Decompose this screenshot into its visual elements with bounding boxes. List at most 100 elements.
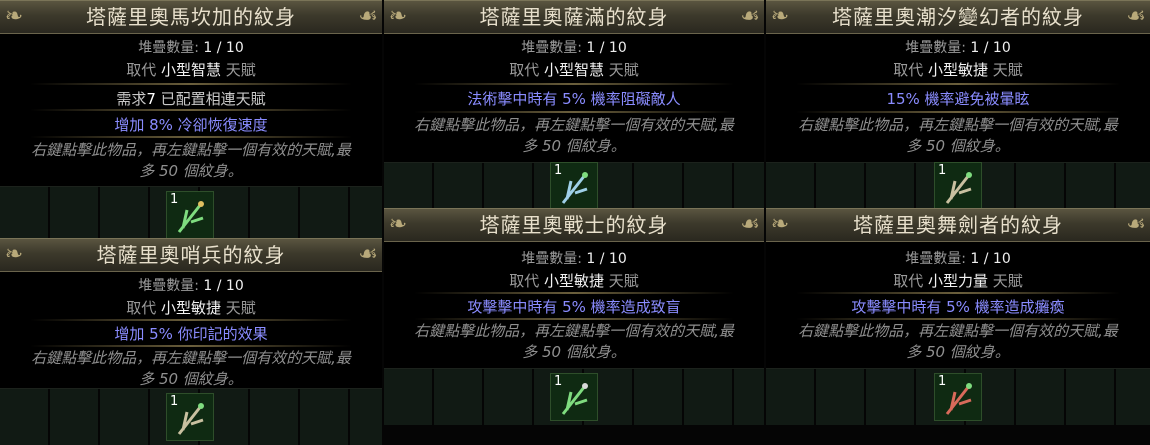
flavour-line: 多 50 個紋身。 bbox=[139, 162, 243, 180]
ornament-icon: ❧ bbox=[4, 242, 24, 267]
stack-size-line: 堆疊數量: 1 / 10 bbox=[766, 248, 1150, 268]
flavour-text: 右鍵點擊此物品，再左鍵點擊一個有效的天賦,最 多 50 個紋身。 bbox=[768, 115, 1148, 157]
modifier-line: 15% 機率避免被暈眩 bbox=[886, 90, 1030, 108]
inventory-item-tidechanger[interactable]: 1 bbox=[934, 162, 982, 210]
inventory-item-warrior[interactable]: 1 bbox=[550, 373, 598, 421]
ornament-icon: ☙ bbox=[740, 4, 760, 29]
inventory-grid: 1 bbox=[0, 388, 382, 445]
tattoo-icon bbox=[561, 172, 588, 204]
ornament-icon: ❧ bbox=[388, 212, 408, 237]
stack-size-value: 1 / 10 bbox=[586, 40, 627, 56]
item-title: 塔薩里奧馬坎加的紋身 bbox=[86, 5, 296, 29]
tattoo-icon bbox=[945, 383, 972, 415]
ornament-icon: ❧ bbox=[770, 212, 790, 237]
requirement-prefix: 需求 bbox=[116, 90, 147, 108]
flavour-text: 右鍵點擊此物品，再左鍵點擊一個有效的天賦,最 多 50 個紋身。 bbox=[2, 348, 380, 390]
flavour-line: 多 50 個紋身。 bbox=[522, 343, 626, 361]
replaces-suffix: 天賦 bbox=[608, 272, 639, 290]
inventory-grid: 1 bbox=[766, 162, 1150, 210]
stack-size-value: 1 / 10 bbox=[970, 251, 1011, 267]
tattoo-icon bbox=[177, 201, 204, 233]
flavour-text: 右鍵點擊此物品，再左鍵點擊一個有效的天賦,最 多 50 個紋身。 bbox=[768, 321, 1148, 363]
stack-size-label: 堆疊數量: bbox=[138, 40, 199, 56]
flavour-line: 右鍵點擊此物品，再左鍵點擊一個有效的天賦,最 bbox=[414, 116, 734, 134]
modifier-line: 增加 8% 冷卻恢復速度 bbox=[114, 116, 268, 134]
flavour-text: 右鍵點擊此物品，再左鍵點擊一個有效的天賦,最 多 50 個紋身。 bbox=[386, 115, 762, 157]
replaced-node: 小型智慧 bbox=[543, 61, 604, 79]
tooltip-sentry-tattoo: ❧ 塔薩里奧哨兵的紋身 ☙ 堆疊數量: 1 / 10 取代 小型敏捷 天賦 增加… bbox=[0, 238, 382, 388]
separator bbox=[414, 292, 734, 294]
flavour-line: 右鍵點擊此物品，再左鍵點擊一個有效的天賦,最 bbox=[798, 322, 1118, 340]
modifier-line: 攻擊擊中時有 5% 機率造成癱瘓 bbox=[851, 298, 1065, 316]
ornament-icon: ☙ bbox=[740, 212, 760, 237]
requirement-number: 7 bbox=[146, 90, 156, 108]
flavour-text: 右鍵點擊此物品，再左鍵點擊一個有效的天賦,最 多 50 個紋身。 bbox=[386, 321, 762, 363]
requirement-line: 需求7 已配置相連天賦 bbox=[0, 88, 382, 109]
separator bbox=[30, 83, 352, 85]
replaces-prefix: 取代 bbox=[126, 61, 157, 79]
inventory-item-ambush[interactable]: 1 bbox=[166, 191, 214, 239]
tooltip-tidechanger-tattoo: ❧ 塔薩里奧潮汐變幻者的紋身 ☙ 堆疊數量: 1 / 10 取代 小型敏捷 天賦… bbox=[766, 0, 1150, 162]
flavour-line: 右鍵點擊此物品，再左鍵點擊一個有效的天賦,最 bbox=[31, 141, 351, 159]
separator bbox=[796, 111, 1120, 113]
replaced-node: 小型力量 bbox=[927, 272, 988, 290]
replaced-node: 小型敏捷 bbox=[160, 299, 221, 317]
item-title: 塔薩里奧戰士的紋身 bbox=[479, 213, 669, 237]
replaces-line: 取代 小型敏捷 天賦 bbox=[384, 270, 764, 291]
tooltip-header: ❧ 塔薩里奧舞劍者的紋身 ☙ bbox=[766, 208, 1150, 242]
ornament-icon: ☙ bbox=[1126, 212, 1146, 237]
tooltip-shaman-tattoo: ❧ 塔薩里奧薩滿的紋身 ☙ 堆疊數量: 1 / 10 取代 小型智慧 天賦 法術… bbox=[384, 0, 764, 162]
replaced-node: 小型智慧 bbox=[160, 61, 221, 79]
stack-size-label: 堆疊數量: bbox=[905, 251, 966, 267]
replaces-suffix: 天賦 bbox=[608, 61, 639, 79]
flavour-line: 多 50 個紋身。 bbox=[906, 343, 1010, 361]
replaces-prefix: 取代 bbox=[509, 272, 540, 290]
item-title: 塔薩里奧舞劍者的紋身 bbox=[853, 213, 1063, 237]
inventory-grid: 1 bbox=[384, 162, 764, 210]
replaces-line: 取代 小型敏捷 天賦 bbox=[0, 297, 382, 318]
stack-size-value: 1 / 10 bbox=[970, 40, 1011, 56]
separator bbox=[796, 318, 1120, 320]
stack-size-line: 堆疊數量: 1 / 10 bbox=[0, 275, 382, 295]
separator bbox=[414, 83, 734, 85]
ornament-icon: ☙ bbox=[358, 242, 378, 267]
inventory-item-bladedancer[interactable]: 1 bbox=[934, 373, 982, 421]
separator bbox=[414, 318, 734, 320]
replaces-line: 取代 小型力量 天賦 bbox=[766, 270, 1150, 291]
ornament-icon: ❧ bbox=[4, 4, 24, 29]
separator bbox=[30, 345, 352, 347]
item-title: 塔薩里奧潮汐變幻者的紋身 bbox=[832, 5, 1084, 29]
replaces-suffix: 天賦 bbox=[992, 61, 1023, 79]
separator bbox=[30, 109, 352, 111]
tooltip-header: ❧ 塔薩里奧薩滿的紋身 ☙ bbox=[384, 0, 764, 34]
replaces-suffix: 天賦 bbox=[225, 299, 256, 317]
replaced-node: 小型敏捷 bbox=[927, 61, 988, 79]
tooltip-ambush-tattoo: ❧ 塔薩里奧馬坎加的紋身 ☙ 堆疊數量: 1 / 10 取代 小型智慧 天賦 需… bbox=[0, 0, 382, 186]
inventory-item-sentry[interactable]: 1 bbox=[166, 393, 214, 441]
tooltip-warrior-tattoo: ❧ 塔薩里奧戰士的紋身 ☙ 堆疊數量: 1 / 10 取代 小型敏捷 天賦 攻擊… bbox=[384, 208, 764, 368]
item-title: 塔薩里奧薩滿的紋身 bbox=[479, 5, 669, 29]
stack-size-value: 1 / 10 bbox=[586, 251, 627, 267]
ornament-icon: ☙ bbox=[358, 4, 378, 29]
stack-size-line: 堆疊數量: 1 / 10 bbox=[0, 37, 382, 57]
inventory-item-shaman[interactable]: 1 bbox=[550, 162, 598, 210]
tooltip-bladedancer-tattoo: ❧ 塔薩里奧舞劍者的紋身 ☙ 堆疊數量: 1 / 10 取代 小型力量 天賦 攻… bbox=[766, 208, 1150, 368]
stack-size-value: 1 / 10 bbox=[203, 40, 244, 56]
flavour-line: 右鍵點擊此物品，再左鍵點擊一個有效的天賦,最 bbox=[31, 349, 351, 367]
stack-size-value: 1 / 10 bbox=[203, 278, 244, 294]
inventory-grid: 1 bbox=[766, 368, 1150, 425]
modifier-line: 法術擊中時有 5% 機率阻礙敵人 bbox=[467, 90, 681, 108]
stack-size-label: 堆疊數量: bbox=[521, 40, 582, 56]
item-title: 塔薩里奧哨兵的紋身 bbox=[96, 243, 286, 267]
flavour-line: 多 50 個紋身。 bbox=[906, 137, 1010, 155]
stack-size-line: 堆疊數量: 1 / 10 bbox=[384, 37, 764, 57]
separator bbox=[30, 136, 352, 138]
tooltip-header: ❧ 塔薩里奧馬坎加的紋身 ☙ bbox=[0, 0, 382, 34]
stack-size-label: 堆疊數量: bbox=[521, 251, 582, 267]
separator bbox=[30, 319, 352, 321]
stack-size-label: 堆疊數量: bbox=[138, 278, 199, 294]
modifier-line: 增加 5% 你印記的效果 bbox=[114, 325, 268, 343]
replaces-line: 取代 小型智慧 天賦 bbox=[384, 59, 764, 80]
ornament-icon: ❧ bbox=[388, 4, 408, 29]
flavour-line: 右鍵點擊此物品，再左鍵點擊一個有效的天賦,最 bbox=[798, 116, 1118, 134]
